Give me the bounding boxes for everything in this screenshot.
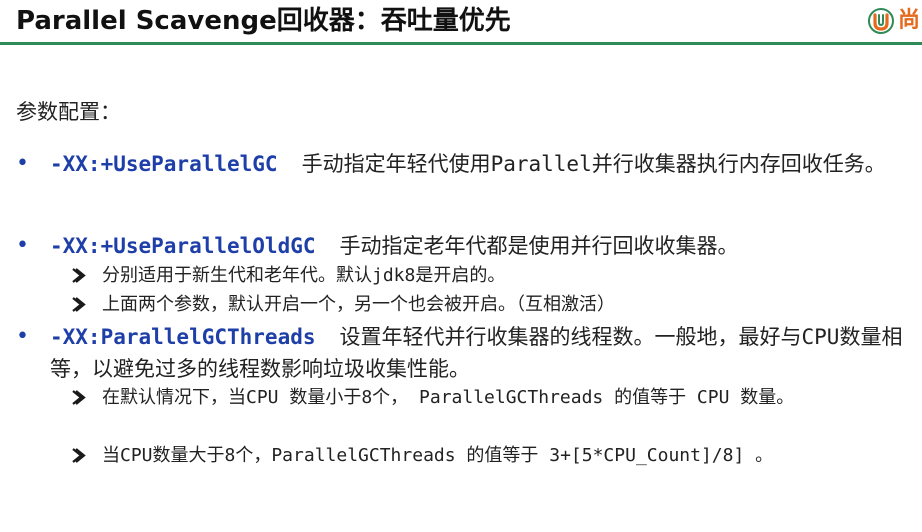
sub-item-text: 上面两个参数，默认开启一个，另一个也会被开启。（互相激活） (102, 294, 615, 315)
list-item-text: -XX:+UseParallelOldGC 手动指定老年代都是使用并行回收收集器。 (50, 230, 912, 262)
list-item-text: -XX:+UseParallelGC 手动指定年轻代使用Parallel并行收集器… (50, 148, 912, 180)
param-name: -XX:+UseParallelGC (50, 152, 278, 176)
arrow-right-icon (72, 448, 86, 463)
param-description: 手动指定老年代都是使用并行回收收集器。 (339, 234, 739, 258)
list-item-text: -XX:ParallelGCThreads 设置年轻代并行收集器的线程数。一般地，… (50, 321, 912, 385)
sub-item-text: 分别适用于新生代和老年代。默认jdk8是开启的。 (102, 265, 506, 286)
arrow-right-icon (72, 297, 86, 312)
arrow-right-icon (72, 268, 86, 283)
bullet-dot-icon: • (16, 233, 29, 258)
section-intro: 参数配置： (16, 100, 121, 124)
param-description: 手动指定年轻代使用Parallel并行收集器执行内存回收任务。 (301, 152, 886, 176)
slide-content: 参数配置： • -XX:+UseParallelGC 手动指定年轻代使用Paral… (0, 0, 922, 532)
bullet-dot-icon: • (16, 151, 29, 176)
sub-item-text: 当CPU数量大于8个，ParallelGCThreads 的值等于 3+[5*C… (102, 445, 774, 466)
param-name: -XX:+UseParallelOldGC (50, 234, 316, 258)
arrow-right-icon (72, 390, 86, 405)
bullet-dot-icon: • (16, 324, 29, 349)
param-name: -XX:ParallelGCThreads (50, 325, 316, 349)
sub-item-text: 在默认情况下，当CPU 数量小于8个， ParallelGCThreads 的值… (102, 387, 795, 408)
